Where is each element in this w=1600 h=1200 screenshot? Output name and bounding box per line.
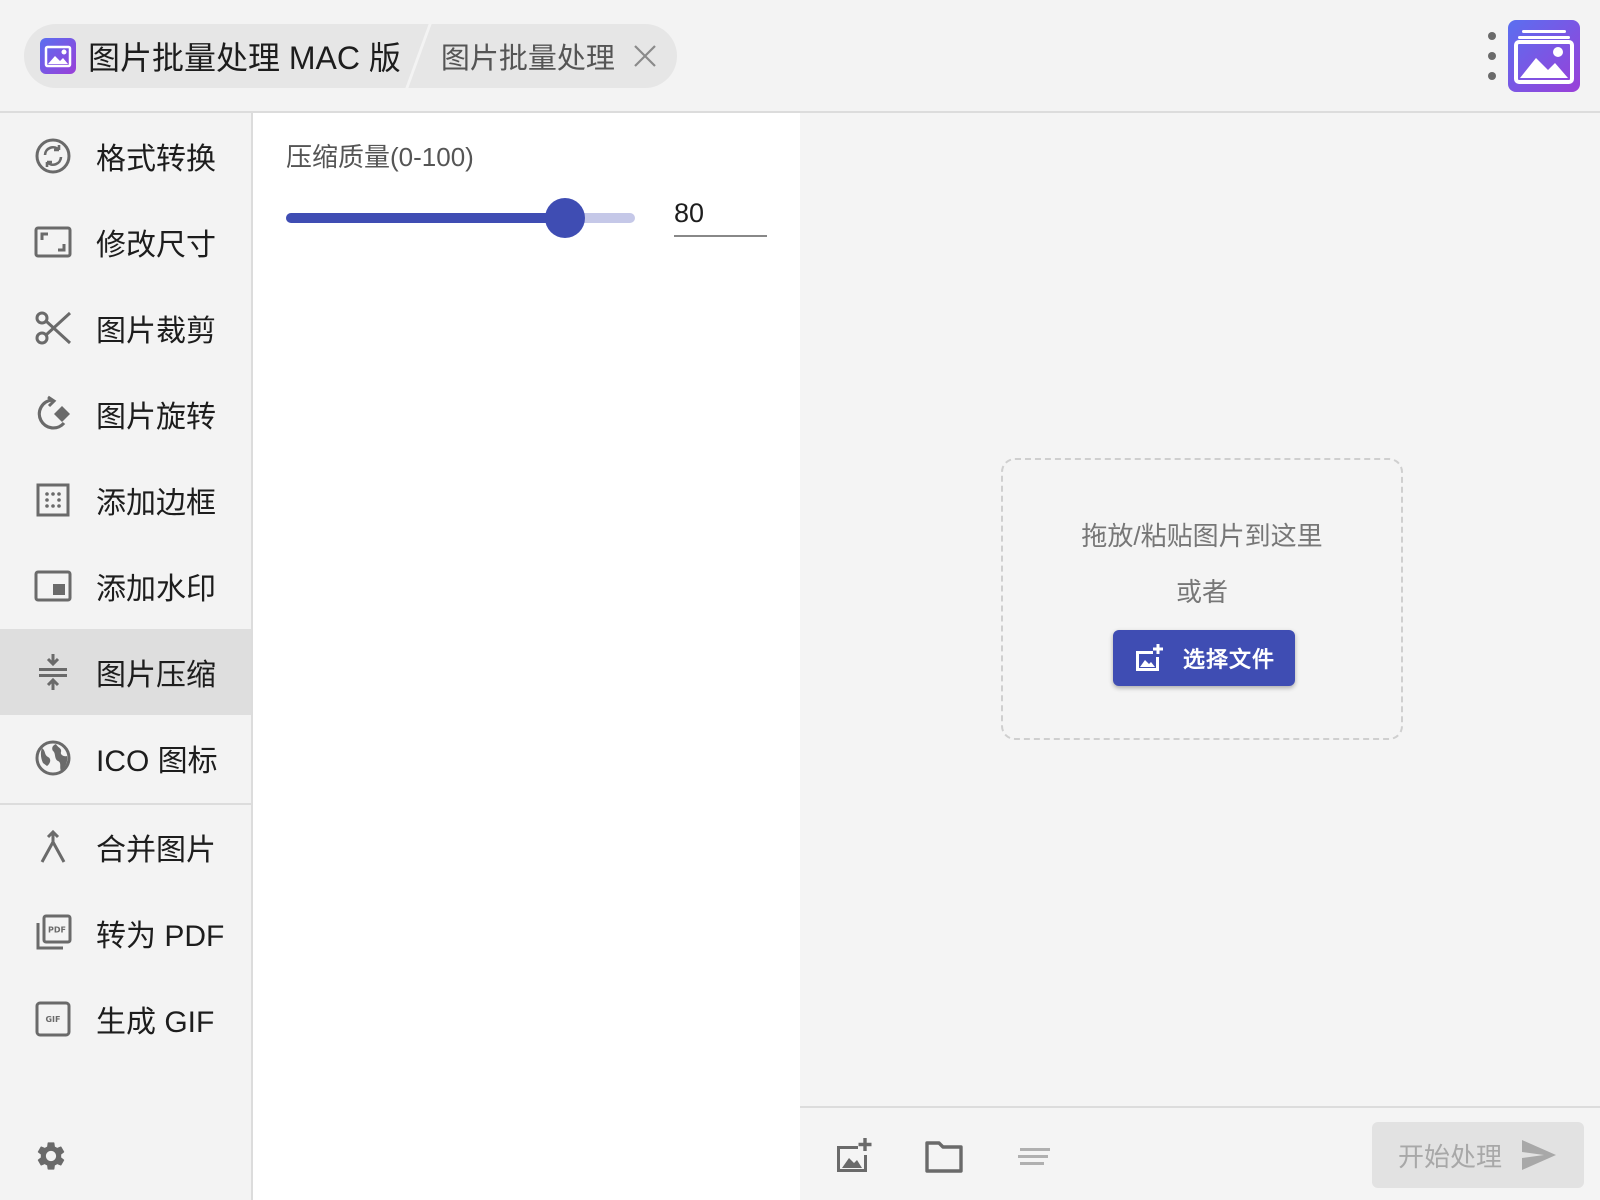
watermark-icon	[34, 570, 72, 602]
dropzone-hint: 拖放/粘贴图片到这里	[1081, 521, 1323, 551]
gif-icon: GIF	[35, 1001, 71, 1037]
quality-input[interactable]	[674, 191, 767, 237]
sidebar-item-watermark[interactable]: 添加水印	[0, 543, 251, 629]
sidebar-item-label: 合并图片	[96, 834, 216, 867]
sidebar-item-label: 图片旋转	[96, 401, 216, 434]
quality-slider-thumb[interactable]	[545, 198, 586, 238]
app-title: 图片批量处理 MAC 版	[88, 40, 401, 76]
rotate-icon	[37, 395, 70, 430]
bottom-toolbar: 开始处理	[800, 1106, 1600, 1200]
options-panel: 压缩质量(0-100)	[253, 113, 800, 1200]
add-image-icon	[1135, 644, 1163, 671]
pdf-icon: PDF	[36, 914, 72, 950]
sidebar-item-label: ICO 图标	[96, 745, 218, 778]
border-icon	[36, 483, 70, 517]
scissors-icon	[35, 311, 72, 345]
sidebar-item-pdf[interactable]: PDF 转为 PDF	[0, 890, 251, 976]
select-file-label: 选择文件	[1182, 647, 1275, 672]
sidebar-item-compress[interactable]: 图片压缩	[0, 629, 251, 715]
sidebar-item-format-convert[interactable]: 格式转换	[0, 113, 251, 199]
sidebar-item-crop[interactable]: 图片裁剪	[0, 285, 251, 371]
select-file-button[interactable]: 选择文件	[1113, 630, 1295, 686]
sidebar-item-label: 生成 GIF	[96, 1006, 215, 1039]
start-process-label: 开始处理	[1397, 1141, 1502, 1172]
sidebar-item-resize[interactable]: 修改尺寸	[0, 199, 251, 285]
resize-icon	[34, 226, 72, 258]
sidebar-item-label: 图片裁剪	[96, 315, 216, 348]
breadcrumb: 图片批量处理 MAC 版 图片批量处理	[24, 24, 677, 88]
globe-icon	[35, 740, 71, 776]
list-icon[interactable]	[1014, 1136, 1054, 1176]
folder-icon[interactable]	[924, 1136, 964, 1176]
sidebar-item-merge[interactable]: 合并图片	[0, 804, 251, 890]
tab-title: 图片批量处理	[440, 43, 615, 75]
svg-text:GIF: GIF	[45, 1015, 60, 1024]
dropzone-or: 或者	[1175, 577, 1228, 607]
sidebar-item-rotate[interactable]: 图片旋转	[0, 371, 251, 457]
sidebar: 格式转换 修改尺寸 图片裁剪 图片旋转 添加边框 添加水印 图片压缩 ICO 图…	[0, 113, 253, 1200]
sidebar-item-label: 格式转换	[96, 143, 216, 176]
start-process-button[interactable]: 开始处理	[1372, 1122, 1584, 1188]
merge-icon	[40, 829, 66, 863]
app-logo-icon[interactable]	[1508, 20, 1580, 92]
breadcrumb-app[interactable]: 图片批量处理 MAC 版	[24, 24, 411, 88]
sidebar-item-label: 转为 PDF	[96, 920, 225, 953]
send-icon	[1522, 1140, 1556, 1170]
sidebar-item-gif[interactable]: GIF 生成 GIF	[0, 976, 251, 1062]
sidebar-item-label: 修改尺寸	[96, 229, 216, 262]
breadcrumb-tab[interactable]: 图片批量处理	[434, 24, 677, 88]
quality-slider-fill	[286, 213, 566, 223]
gear-icon[interactable]	[34, 1139, 68, 1173]
sidebar-item-ico[interactable]: ICO 图标	[0, 715, 251, 801]
work-area: 拖放/粘贴图片到这里 或者 选择文件	[800, 113, 1600, 1106]
quality-label: 压缩质量(0-100)	[286, 142, 474, 172]
sidebar-item-label: 添加水印	[96, 573, 216, 606]
breadcrumb-separator	[410, 24, 435, 88]
top-bar: 图片批量处理 MAC 版 图片批量处理	[0, 0, 1600, 113]
dropzone[interactable]: 拖放/粘贴图片到这里 或者 选择文件	[1001, 458, 1403, 740]
convert-icon	[35, 138, 71, 174]
sidebar-item-label: 图片压缩	[96, 659, 216, 692]
sidebar-item-label: 添加边框	[96, 487, 216, 520]
sidebar-item-border[interactable]: 添加边框	[0, 457, 251, 543]
more-menu-icon[interactable]	[1482, 32, 1502, 80]
app-icon	[40, 38, 76, 74]
add-image-icon[interactable]	[834, 1136, 874, 1176]
close-icon[interactable]	[631, 42, 659, 70]
svg-text:PDF: PDF	[48, 926, 66, 935]
compress-icon	[39, 654, 67, 690]
